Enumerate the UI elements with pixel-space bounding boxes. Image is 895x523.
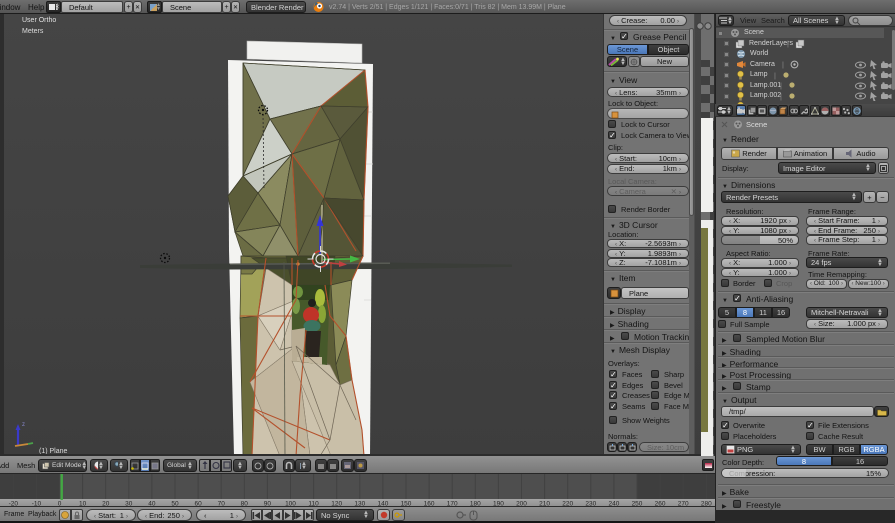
svg-text:z: z <box>22 422 25 428</box>
